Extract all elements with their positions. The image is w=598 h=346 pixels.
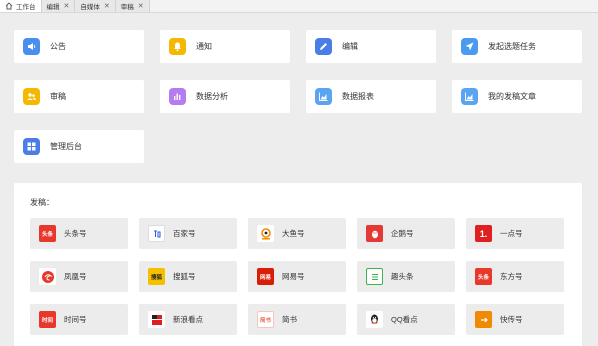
panel-title: 发稿： bbox=[30, 198, 54, 207]
platform-label: 大鱼号 bbox=[282, 229, 305, 238]
platform-qutoutiao[interactable]: 趣头条 bbox=[357, 261, 455, 292]
tab-edit[interactable]: 编辑 ✕ bbox=[41, 0, 76, 12]
platform-xinlang-kandian[interactable]: 新浪看点 bbox=[139, 304, 237, 335]
platform-baijiahao[interactable]: 百家号 bbox=[139, 218, 237, 249]
card-label: 数据报表 bbox=[342, 92, 374, 101]
card-label: 数据分析 bbox=[196, 92, 228, 101]
close-icon[interactable]: ✕ bbox=[104, 3, 110, 10]
phoenix-icon bbox=[39, 268, 56, 285]
netease-icon: 网易 bbox=[257, 268, 274, 285]
platform-label: 东方号 bbox=[500, 272, 523, 281]
publish-panel: 发稿： 头条 头条号 百家号 大鱼号 企鹅号 1. 一点号 凤凰号 搜狐 搜狐号 bbox=[14, 183, 582, 346]
platform-label: 百家号 bbox=[173, 229, 196, 238]
kuaichuan-icon bbox=[475, 311, 492, 328]
tab-bar: 工作台 编辑 ✕ 自媒体 ✕ 审稿 ✕ bbox=[0, 0, 598, 13]
platform-shijian[interactable]: 时间 时间号 bbox=[30, 304, 128, 335]
card-edit[interactable]: 编辑 bbox=[306, 30, 436, 63]
card-label: 管理后台 bbox=[50, 142, 82, 151]
qq-icon bbox=[366, 311, 383, 328]
pencil-icon bbox=[315, 38, 332, 55]
platform-label: 网易号 bbox=[282, 272, 305, 281]
close-icon[interactable]: ✕ bbox=[138, 3, 144, 10]
close-icon[interactable]: ✕ bbox=[64, 3, 70, 10]
card-label: 公告 bbox=[50, 42, 66, 51]
platform-label: 凤凰号 bbox=[64, 272, 87, 281]
card-label: 编辑 bbox=[342, 42, 358, 51]
sohu-icon: 搜狐 bbox=[148, 268, 165, 285]
area-chart-icon bbox=[315, 88, 332, 105]
bell-icon bbox=[169, 38, 186, 55]
card-label: 审稿 bbox=[50, 92, 66, 101]
card-label: 发起选题任务 bbox=[488, 42, 536, 51]
platform-kuaichuan[interactable]: 快传号 bbox=[466, 304, 564, 335]
platform-fenghuang[interactable]: 凤凰号 bbox=[30, 261, 128, 292]
platform-qiehao[interactable]: 企鹅号 bbox=[357, 218, 455, 249]
tab-label: 审稿 bbox=[120, 4, 134, 11]
dayuhao-icon bbox=[257, 225, 274, 242]
card-data-analysis[interactable]: 数据分析 bbox=[160, 80, 290, 113]
jianshu-icon: 简书 bbox=[257, 311, 274, 328]
bar-chart-icon bbox=[169, 88, 186, 105]
speaker-icon bbox=[23, 38, 40, 55]
card-review[interactable]: 审稿 bbox=[14, 80, 144, 113]
platform-label: 搜狐号 bbox=[173, 272, 196, 281]
platform-label: 头条号 bbox=[64, 229, 87, 238]
card-label: 通知 bbox=[196, 42, 212, 51]
sina-kandian-icon bbox=[148, 311, 165, 328]
area-chart-icon bbox=[461, 88, 478, 105]
platform-label: 新浪看点 bbox=[173, 315, 203, 324]
baijiahao-icon bbox=[148, 225, 165, 242]
tab-workbench[interactable]: 工作台 bbox=[0, 0, 42, 12]
card-announcement[interactable]: 公告 bbox=[14, 30, 144, 63]
penguin-icon bbox=[366, 225, 383, 242]
platform-toutiao[interactable]: 头条 头条号 bbox=[30, 218, 128, 249]
platform-label: 简书 bbox=[282, 315, 297, 324]
platform-label: 企鹅号 bbox=[391, 229, 414, 238]
tab-label: 自媒体 bbox=[80, 4, 100, 11]
card-data-report[interactable]: 数据报表 bbox=[306, 80, 436, 113]
card-notification[interactable]: 通知 bbox=[160, 30, 290, 63]
platform-qq-kandian[interactable]: QQ看点 bbox=[357, 304, 455, 335]
home-icon bbox=[5, 2, 13, 10]
toutiao-icon: 头条 bbox=[39, 225, 56, 242]
card-start-topic-task[interactable]: 发起选题任务 bbox=[452, 30, 582, 63]
tab-label: 工作台 bbox=[16, 4, 36, 11]
dongfang-icon: 头条 bbox=[475, 268, 492, 285]
platform-sohu[interactable]: 搜狐 搜狐号 bbox=[139, 261, 237, 292]
card-label: 我的发稿文章 bbox=[488, 92, 536, 101]
platform-wangyi[interactable]: 网易 网易号 bbox=[248, 261, 346, 292]
platform-yidianhao[interactable]: 1. 一点号 bbox=[466, 218, 564, 249]
card-admin[interactable]: 管理后台 bbox=[14, 130, 144, 163]
platform-label: 趣头条 bbox=[391, 272, 414, 281]
shijian-icon: 时间 bbox=[39, 311, 56, 328]
platform-label: 时间号 bbox=[64, 315, 87, 324]
qutoutiao-icon bbox=[366, 268, 383, 285]
platform-label: QQ看点 bbox=[391, 315, 418, 324]
tab-review[interactable]: 审稿 ✕ bbox=[115, 0, 150, 12]
platform-label: 快传号 bbox=[500, 315, 523, 324]
platform-jianshu[interactable]: 简书 简书 bbox=[248, 304, 346, 335]
platform-dongfang[interactable]: 头条 东方号 bbox=[466, 261, 564, 292]
card-my-articles[interactable]: 我的发稿文章 bbox=[452, 80, 582, 113]
platform-dayuhao[interactable]: 大鱼号 bbox=[248, 218, 346, 249]
user-group-icon bbox=[23, 88, 40, 105]
yidian-icon: 1. bbox=[475, 225, 492, 242]
platform-label: 一点号 bbox=[500, 229, 523, 238]
grid-icon bbox=[23, 138, 40, 155]
tab-self-media[interactable]: 自媒体 ✕ bbox=[75, 0, 116, 12]
tab-label: 编辑 bbox=[46, 4, 60, 11]
send-icon bbox=[461, 38, 478, 55]
